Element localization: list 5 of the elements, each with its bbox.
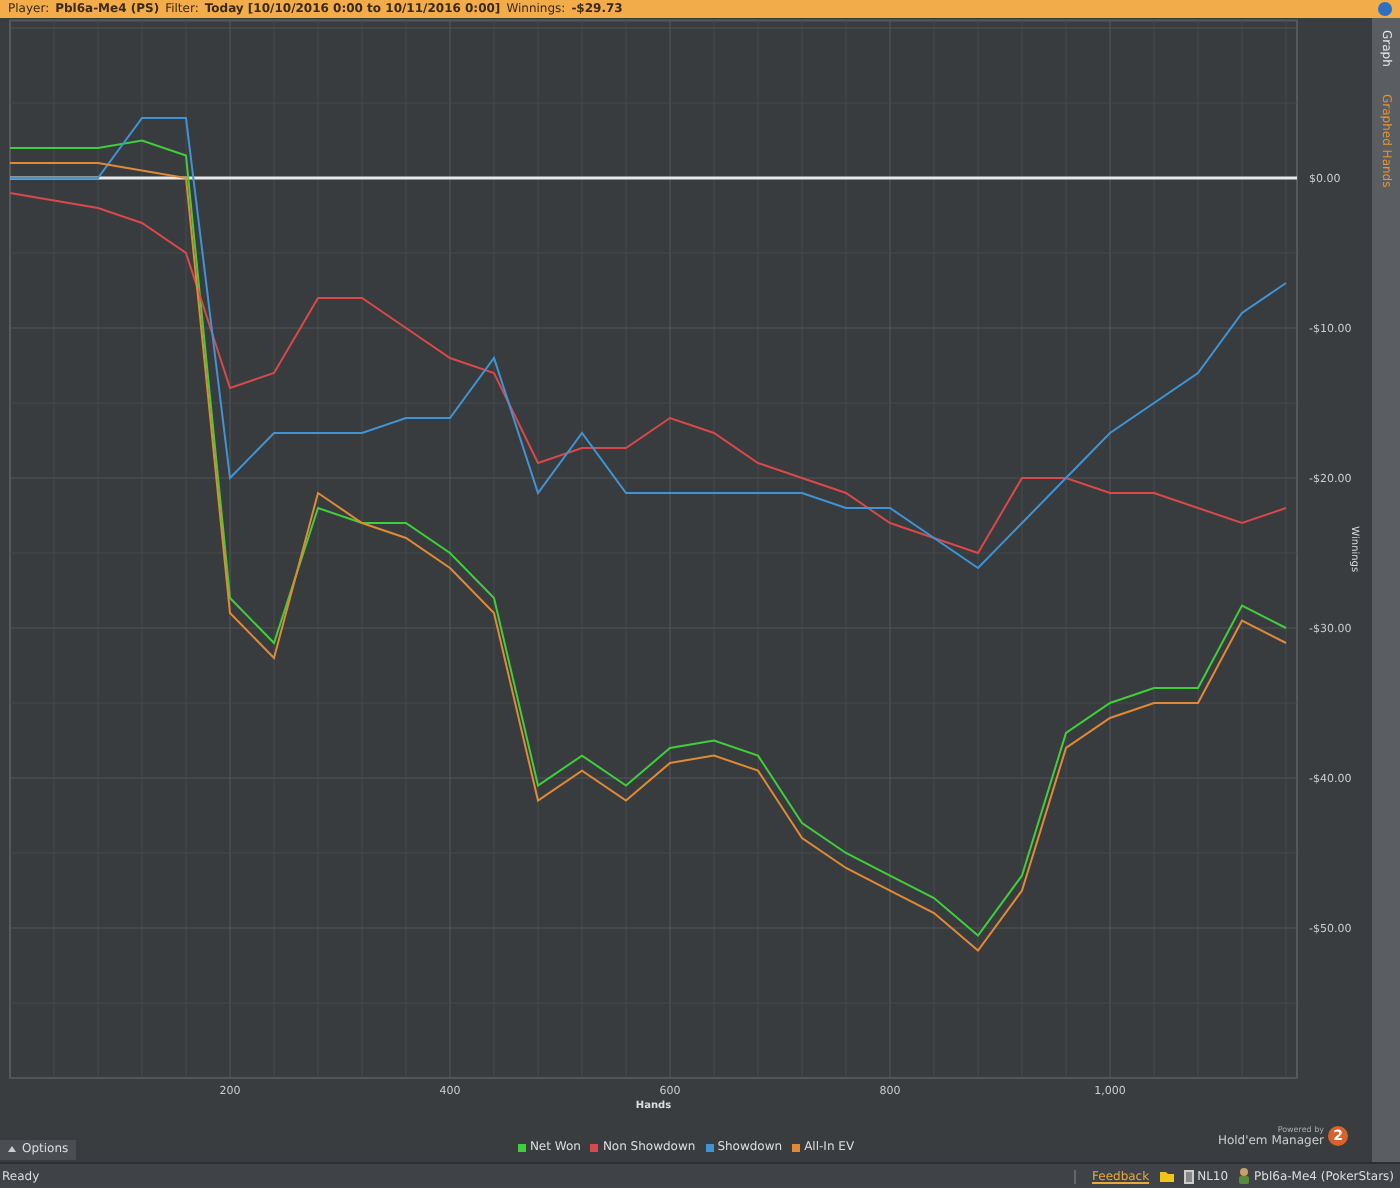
info-icon[interactable] bbox=[1378, 2, 1392, 16]
player-icon bbox=[1238, 1168, 1251, 1184]
folder-icon[interactable] bbox=[1159, 1170, 1174, 1182]
table-icon bbox=[1183, 1169, 1194, 1183]
caret-icon bbox=[8, 1146, 16, 1152]
